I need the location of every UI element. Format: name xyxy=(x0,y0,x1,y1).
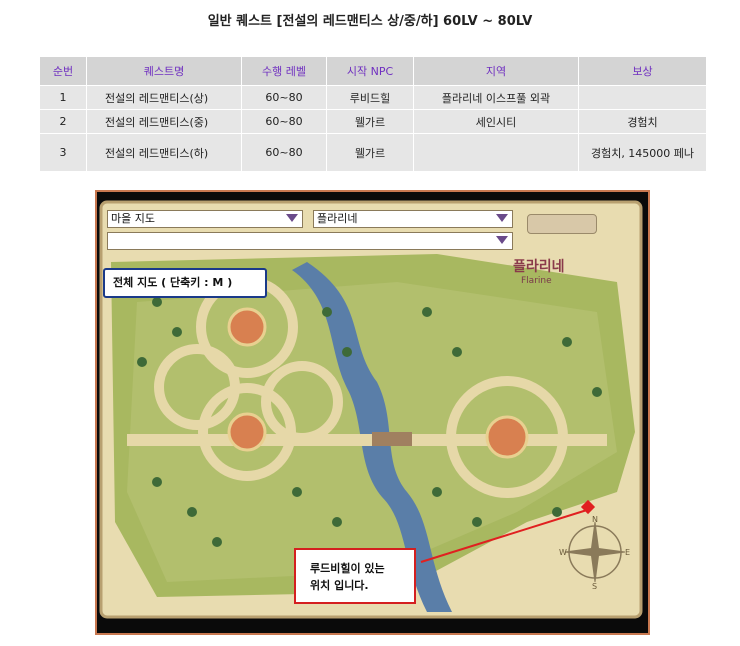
town-name-label: 플라리네 Flarine xyxy=(513,256,565,286)
cell-reward xyxy=(578,85,707,110)
compass-n: N xyxy=(592,515,598,524)
header-level: 수행 레벨 xyxy=(241,56,327,86)
cell-start-npc: 웰가르 xyxy=(326,133,414,172)
full-map-annotation: 전체 지도 ( 단축키 : M ) xyxy=(103,268,267,298)
quest-table: 순번 퀘스트명 수행 레벨 시작 NPC 지역 보상 1 전설의 레드맨티스(상… xyxy=(39,56,707,172)
compass-s: S xyxy=(592,582,597,591)
cell-level: 60~80 xyxy=(241,85,327,110)
cell-level: 60~80 xyxy=(241,109,327,134)
map-type-value: 마을 지도 xyxy=(111,212,155,225)
header-index: 순번 xyxy=(39,56,87,86)
cell-quest-name: 전설의 레드맨티스(하) xyxy=(86,133,242,172)
cell-region: 플라리네 이스프풀 외곽 xyxy=(413,85,579,110)
cell-region xyxy=(413,133,579,172)
header-reward: 보상 xyxy=(578,56,707,86)
table-row: 2 전설의 레드맨티스(중) 60~80 웰가르 세인시티 경험치 xyxy=(39,109,707,134)
cell-index: 1 xyxy=(39,85,87,110)
cell-index: 2 xyxy=(39,109,87,134)
table-row: 1 전설의 레드맨티스(상) 60~80 루비드힐 플라리네 이스프풀 외곽 xyxy=(39,85,707,110)
cell-index: 3 xyxy=(39,133,87,172)
header-quest-name: 퀘스트명 xyxy=(86,56,242,86)
cell-reward: 경험치, 145000 페나 xyxy=(578,133,707,172)
chevron-down-icon xyxy=(286,214,298,222)
town-select-value: 플라리네 xyxy=(317,212,358,225)
page-title: 일반 퀘스트 [전설의 레드맨티스 상/중/하] 60LV ~ 80LV xyxy=(207,14,533,29)
town-name-sub: Flarine xyxy=(521,276,552,286)
chevron-down-icon xyxy=(496,214,508,222)
callout-line-2: 위치 입니다. xyxy=(310,579,369,592)
chevron-down-icon xyxy=(496,236,508,244)
npc-location-callout: 루드비힐이 있는 위치 입니다. xyxy=(294,548,416,604)
callout-line-1: 루드비힐이 있는 xyxy=(310,562,385,575)
header-start-npc: 시작 NPC xyxy=(326,56,414,86)
cell-reward: 경험치 xyxy=(578,109,707,134)
sub-location-select[interactable] xyxy=(107,232,513,250)
cell-region: 세인시티 xyxy=(413,109,579,134)
cell-start-npc: 웰가르 xyxy=(326,109,414,134)
town-name-text: 플라리네 xyxy=(513,259,565,275)
cell-level: 60~80 xyxy=(241,133,327,172)
cell-quest-name: 전설의 레드맨티스(상) xyxy=(86,85,242,110)
table-row: 3 전설의 레드맨티스(하) 60~80 웰가르 경험치, 145000 페나 xyxy=(39,133,707,172)
town-select[interactable]: 플라리네 xyxy=(313,210,513,228)
compass-w: W xyxy=(559,548,567,557)
header-region: 지역 xyxy=(413,56,579,86)
town-map-window: N E S W 마을 지도 플라리네 플라리네 Flarine 전체 지도 ( … xyxy=(95,190,650,635)
cell-quest-name: 전설의 레드맨티스(중) xyxy=(86,109,242,134)
table-header-row: 순번 퀘스트명 수행 레벨 시작 NPC 지역 보상 xyxy=(39,56,707,86)
cell-start-npc: 루비드힐 xyxy=(326,85,414,110)
map-type-select[interactable]: 마을 지도 xyxy=(107,210,303,228)
compass-e: E xyxy=(625,548,630,557)
zoom-scale-button[interactable] xyxy=(527,214,597,234)
